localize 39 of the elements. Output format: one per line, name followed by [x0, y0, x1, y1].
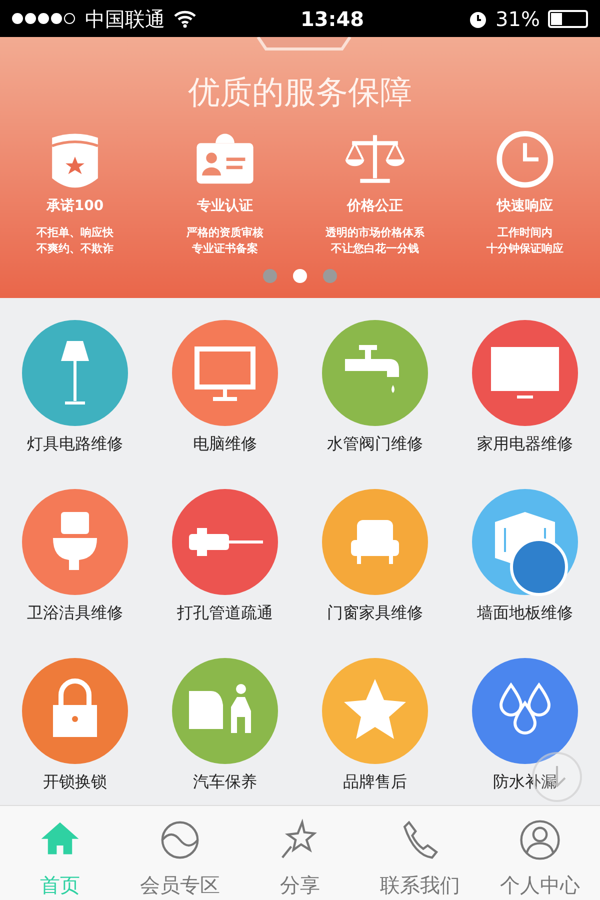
banner-title: 优质的服务保障	[187, 75, 413, 110]
tab-button[interactable]: 联系我们	[360, 806, 480, 900]
service-label[interactable]: 品牌售后	[343, 770, 407, 794]
wifi-icon	[173, 10, 197, 28]
feature-title: 专业认证	[196, 197, 254, 216]
service-label[interactable]: 灯具电路维修	[27, 432, 123, 456]
feature-description: 透明的市场价格体系	[324, 225, 426, 242]
feature-description: 不拒单、响应快	[36, 225, 114, 242]
service-label[interactable]: 门窗家具维修	[327, 601, 423, 625]
feature-title: 承诺100	[45, 197, 105, 216]
feature-description: 十分钟保证响应	[486, 241, 564, 258]
carousel-dot[interactable]	[293, 269, 307, 283]
feature-title: 价格公正	[346, 197, 404, 216]
feature-description: 不爽约、不欺诈	[36, 241, 114, 258]
feature-title: 快速响应	[495, 196, 554, 216]
user-icon	[518, 818, 562, 862]
service-label[interactable]: 汽车保养	[193, 770, 257, 794]
tab-button[interactable]: 会员专区	[120, 806, 240, 900]
hexagon-badge-icon	[256, 37, 352, 51]
service-label[interactable]: 家用电器维修	[477, 432, 573, 456]
carousel-dot[interactable]	[263, 269, 277, 283]
feature-description: 不让您白花一分钱	[330, 241, 420, 258]
service-label[interactable]: 开锁换锁	[43, 770, 107, 794]
battery-icon	[548, 10, 588, 28]
feature-description: 专业证书备案	[191, 241, 259, 258]
signal-icon	[12, 13, 77, 24]
service-label[interactable]: 墙面地板维修	[477, 601, 573, 625]
tab-button[interactable]: 个人中心	[480, 806, 600, 900]
feature-description: 工作时间内	[496, 225, 554, 242]
feature-description: 严格的资质审核	[186, 225, 264, 242]
service-label[interactable]: 电脑维修	[193, 432, 257, 456]
tab-button[interactable]: 分享	[240, 806, 360, 900]
carrier-name: 中国联通	[85, 6, 165, 32]
clock-time: 13:48	[300, 6, 364, 32]
service-label[interactable]: 卫浴洁具维修	[27, 601, 123, 625]
service-label[interactable]: 水管阀门维修	[327, 432, 423, 456]
service-label[interactable]: 打孔管道疏通	[177, 601, 273, 625]
battery-percent: 31%	[496, 6, 540, 32]
carousel-dot[interactable]	[323, 269, 337, 283]
